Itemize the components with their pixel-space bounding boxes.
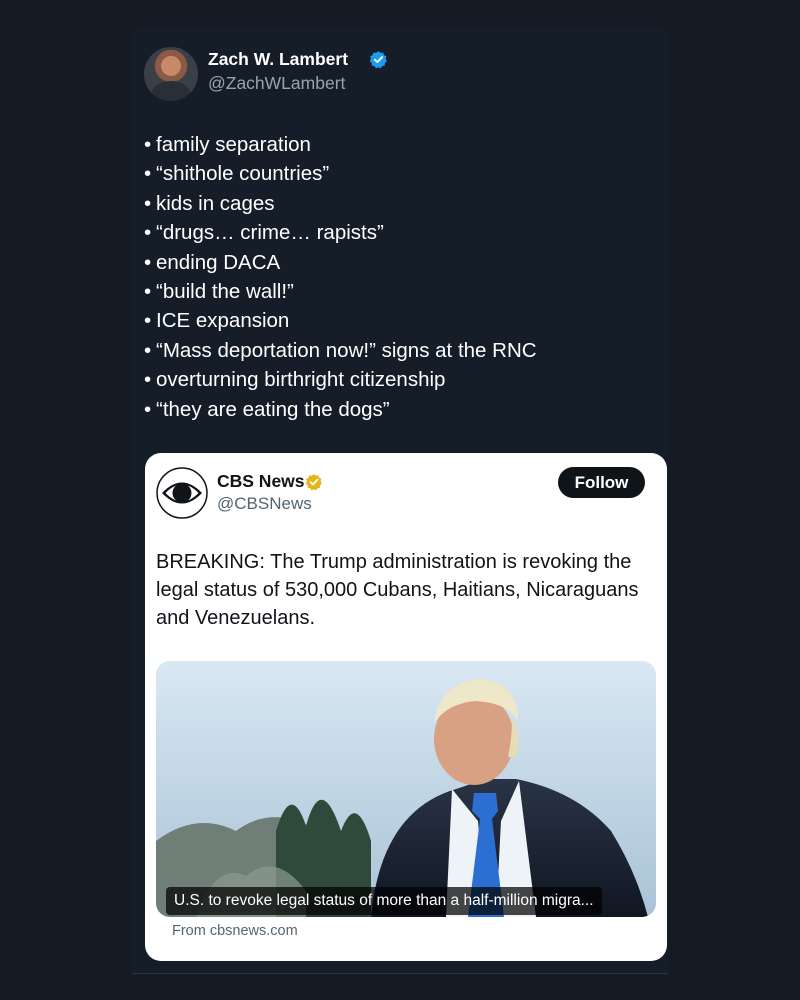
list-item: • “drugs… crime… rapists”	[144, 221, 384, 245]
post-author: Zach W. Lambert @ZachWLambert	[144, 45, 544, 101]
verified-badge-icon	[369, 51, 387, 69]
list-item: • “shithole countries”	[144, 162, 330, 186]
trump-photo-image	[156, 661, 656, 917]
list-item: • ICE expansion	[144, 309, 290, 333]
list-item: • overturning birthright citizenship	[144, 368, 446, 392]
list-item: • “build the wall!”	[144, 279, 294, 303]
quoted-author-handle[interactable]: @CBSNews	[217, 494, 312, 514]
verified-gold-badge-icon	[305, 474, 322, 491]
cbs-eye-logo-icon[interactable]	[156, 467, 208, 519]
follow-button[interactable]: Follow	[558, 467, 645, 498]
link-source[interactable]: From cbsnews.com	[172, 923, 298, 939]
quoted-author-name[interactable]: CBS News	[217, 471, 305, 492]
link-card-headline[interactable]: U.S. to revoke legal status of more than…	[166, 887, 602, 915]
quoted-post-text: BREAKING: The Trump administration is re…	[156, 551, 639, 629]
list-item: • kids in cages	[144, 191, 275, 215]
author-handle[interactable]: @ZachWLambert	[208, 73, 345, 94]
list-item: • ending DACA	[144, 250, 281, 274]
post-divider	[132, 973, 668, 974]
bullet-list: • family separation • “shithole countries”…	[144, 130, 537, 424]
list-item: • “they are eating the dogs”	[144, 397, 390, 421]
list-item: • “Mass deportation now!” signs at the RN…	[144, 338, 537, 362]
quoted-post-card[interactable]: CBS News @CBSNews Follow BREAKING: The T…	[145, 453, 667, 961]
link-card-image[interactable]: U.S. to revoke legal status of more than…	[156, 661, 656, 917]
author-name[interactable]: Zach W. Lambert	[208, 49, 348, 70]
list-item: • family separation	[144, 133, 311, 156]
author-avatar[interactable]	[144, 47, 198, 101]
